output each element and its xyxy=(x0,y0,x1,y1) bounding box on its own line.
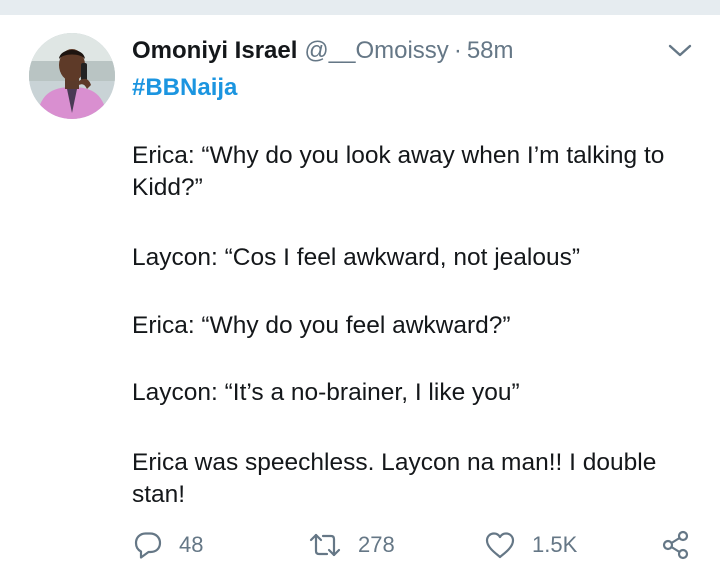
user-handle[interactable]: @__Omoissy xyxy=(304,35,448,67)
retweet-count: 278 xyxy=(358,532,395,557)
header-separator: · xyxy=(453,37,462,64)
heart-icon xyxy=(485,532,515,559)
tweet-paragraph: Laycon: “Cos I feel awkward, not jealous… xyxy=(132,244,581,271)
chevron-down-icon xyxy=(668,44,692,57)
tweet-paragraph: Laycon: “It’s a no-brainer, I like you” xyxy=(132,379,520,406)
tweet-paragraph: Erica was speechless. Laycon na man!! I … xyxy=(132,449,657,508)
share-nodes-icon xyxy=(662,530,689,560)
display-name[interactable]: Omoniyi Israel xyxy=(132,35,297,67)
tweet-paragraph: Erica: “Why do you feel awkward?” xyxy=(132,312,511,339)
like-count: 1.5K xyxy=(532,532,578,557)
tweet-timestamp[interactable]: 58m xyxy=(467,35,514,67)
avatar[interactable] xyxy=(29,33,115,119)
tweet-card[interactable]: Omoniyi Israel @__Omoissy · 58m #BBNaija… xyxy=(0,15,720,583)
reply-count: 48 xyxy=(179,532,204,557)
hashtag-link[interactable]: #BBNaija xyxy=(132,72,237,104)
share-button[interactable] xyxy=(661,525,691,565)
retweet-button[interactable]: 278 xyxy=(308,525,395,565)
tweet-menu-button[interactable] xyxy=(667,41,693,61)
tweet-header: Omoniyi Israel @__Omoissy · 58m xyxy=(132,35,514,67)
top-separator-strip xyxy=(0,0,720,15)
speech-bubble-icon xyxy=(134,532,162,559)
tweet-action-bar: 48 278 1.5K xyxy=(0,525,720,565)
avatar-image xyxy=(29,33,115,119)
tweet-paragraph: Erica: “Why do you look away when I’m ta… xyxy=(132,142,665,201)
retweet-arrows-icon xyxy=(309,533,341,557)
like-button[interactable]: 1.5K xyxy=(484,525,577,565)
reply-button[interactable]: 48 xyxy=(133,525,203,565)
